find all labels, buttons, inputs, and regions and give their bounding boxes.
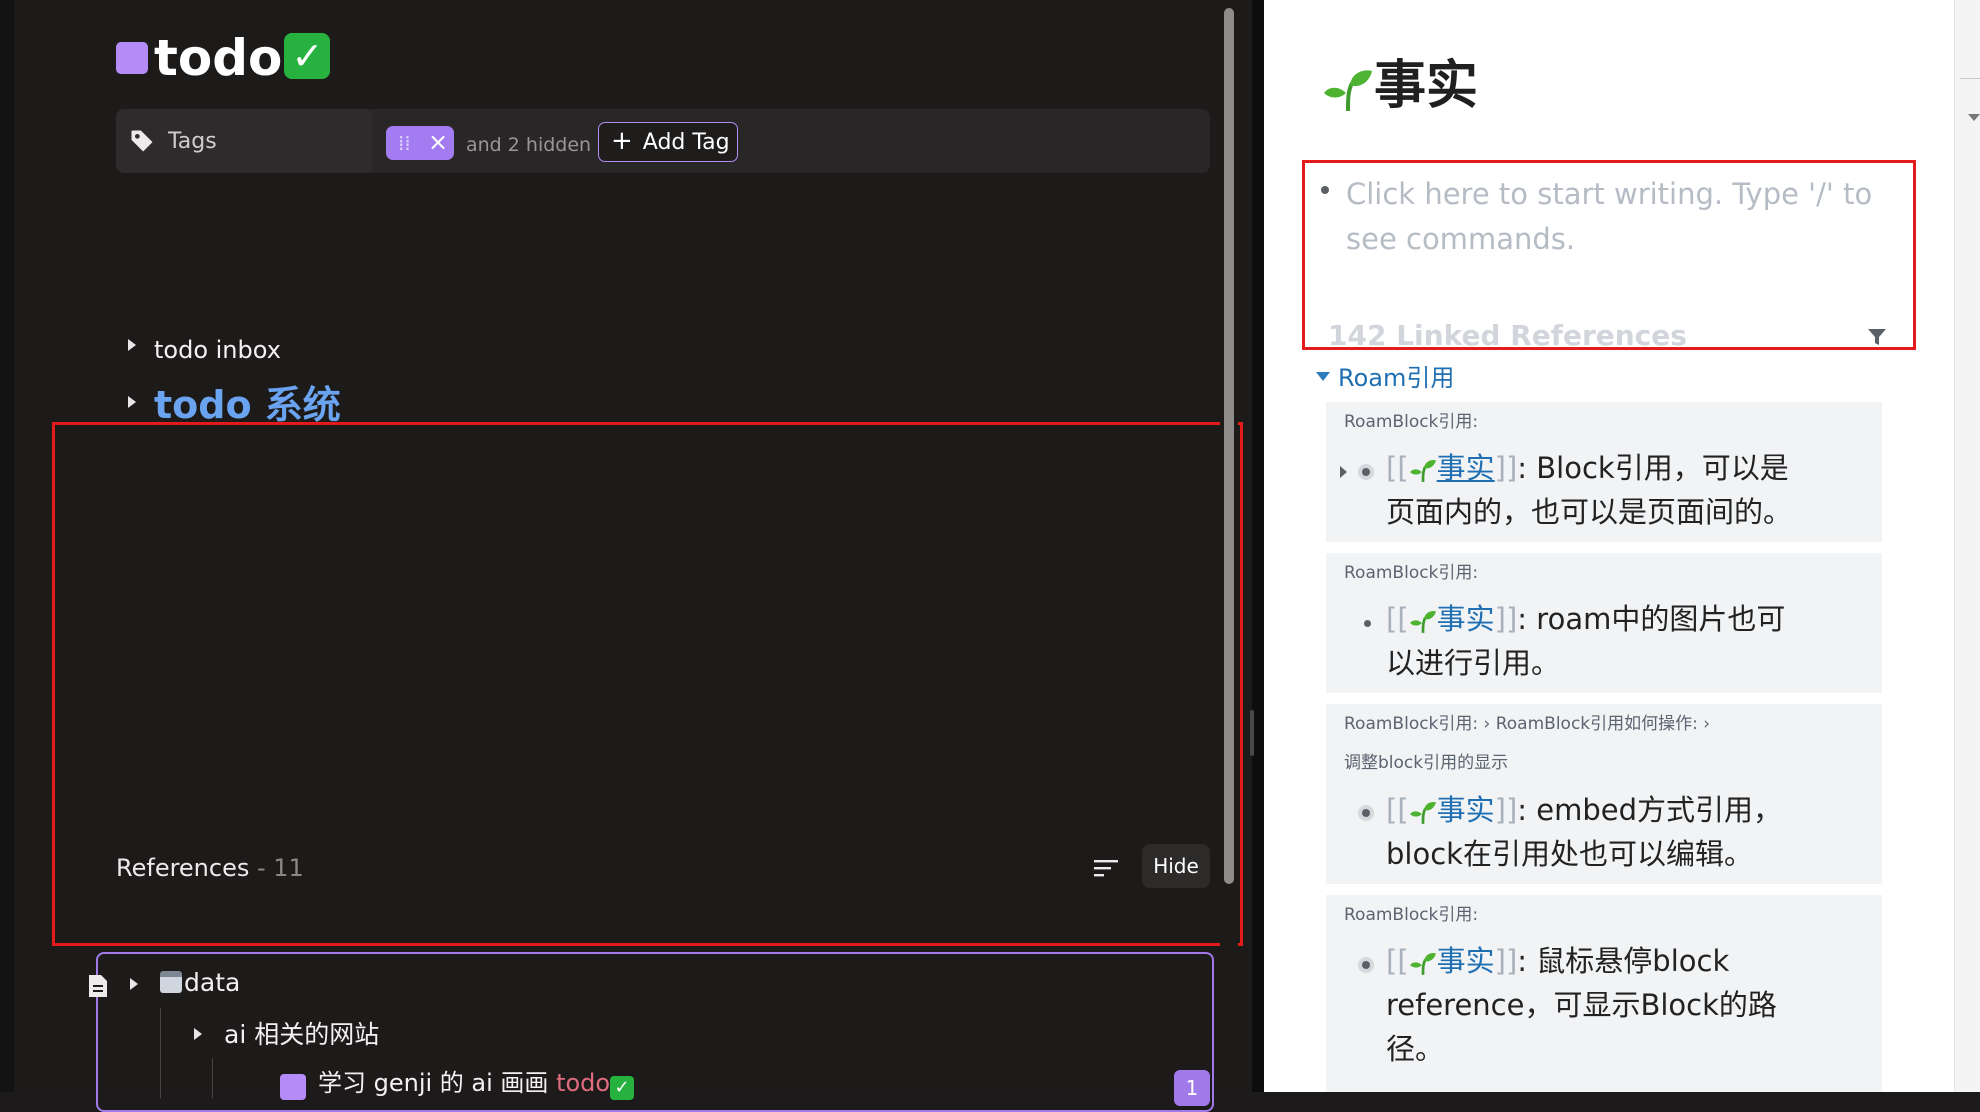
page-title-text: todo xyxy=(154,29,283,87)
tag-remove-icon[interactable]: × xyxy=(428,128,448,156)
tags-label: Tags xyxy=(168,129,217,154)
expand-caret-icon[interactable] xyxy=(128,396,136,408)
child-page-todo-inbox[interactable]: todo inbox xyxy=(154,334,281,366)
collapse-caret-icon[interactable] xyxy=(1316,372,1330,381)
page-title[interactable]: todo ✓ xyxy=(154,28,331,88)
strip-divider xyxy=(1960,78,1980,79)
sprout-icon xyxy=(1409,801,1436,824)
checkmark-icon: ✓ xyxy=(284,33,331,79)
divider-grip[interactable] xyxy=(1250,710,1254,756)
page-link: 事实 xyxy=(1409,602,1495,636)
block-bullet[interactable] xyxy=(1364,620,1371,627)
ref-block-genji[interactable]: 学习 genji 的 ai 画画 todo ✓ xyxy=(318,1066,635,1100)
expand-caret-icon[interactable] xyxy=(130,978,138,990)
reference-group-link[interactable]: Roam引用 xyxy=(1338,362,1454,394)
ref-block-text[interactable]: [[事实]]: embed方式引用，block在引用处也可以编辑。 xyxy=(1386,788,1806,876)
left-scrollbar-thumb[interactable] xyxy=(1224,8,1234,884)
ref-breadcrumb-sub[interactable]: 调整block引用的显示 xyxy=(1344,752,1508,774)
left-edge xyxy=(0,0,14,1092)
block-bullet[interactable] xyxy=(1358,464,1374,480)
tag-icon xyxy=(131,130,153,152)
sprout-icon xyxy=(1324,70,1372,112)
page-square-icon xyxy=(280,1074,306,1100)
thread-line xyxy=(212,1058,213,1098)
block-bullet[interactable] xyxy=(1358,957,1374,973)
ref-block-data-label: data xyxy=(184,968,241,997)
sprout-icon xyxy=(1409,459,1436,482)
ref-block-genji-label: 学习 genji 的 ai 画画 xyxy=(318,1069,549,1097)
ref-breadcrumb[interactable]: RoamBlock引用: xyxy=(1344,562,1478,584)
add-tag-label: Add Tag xyxy=(642,130,730,155)
add-tag-button[interactable]: + Add Tag xyxy=(598,122,738,162)
ref-breadcrumb[interactable]: RoamBlock引用: › RoamBlock引用如何操作: › xyxy=(1344,713,1710,735)
page-link: 事实 xyxy=(1409,451,1495,485)
hidden-tags-count[interactable]: and 2 hidden xyxy=(466,132,591,158)
chevron-down-icon[interactable] xyxy=(1968,114,1980,121)
page-link: 事实 xyxy=(1409,793,1495,827)
title-square-icon xyxy=(116,42,148,74)
ref-block-text[interactable]: [[事实]]: 鼠标悬停block reference，可显示Block的路径。 xyxy=(1386,939,1806,1071)
checkmark-icon: ✓ xyxy=(610,1076,635,1100)
highlight-box xyxy=(52,422,1243,946)
expand-caret-icon[interactable] xyxy=(128,339,136,351)
sidebar-page-title[interactable]: 事实 xyxy=(1322,52,1478,120)
ref-block-text[interactable]: [[事实]]: roam中的图片也可以进行引用。 xyxy=(1386,597,1806,685)
expand-caret-icon[interactable] xyxy=(194,1028,202,1040)
sprout-icon xyxy=(1409,952,1436,975)
ref-breadcrumb[interactable]: RoamBlock引用: xyxy=(1344,411,1478,433)
floppy-disk-icon xyxy=(160,971,182,993)
expand-caret-icon[interactable] xyxy=(1340,466,1347,478)
document-icon[interactable] xyxy=(88,974,108,998)
ref-block-data[interactable]: data xyxy=(160,966,240,1000)
ref-block-ai-sites[interactable]: ai 相关的网站 xyxy=(224,1018,379,1052)
right-edge-strip xyxy=(1954,0,1980,1092)
sidebar-page-title-text: 事实 xyxy=(1374,56,1479,116)
pane-divider[interactable] xyxy=(1252,0,1264,1092)
tag-chip-text: ⁞⁞ xyxy=(398,131,411,155)
todo-tag-link[interactable]: todo xyxy=(556,1069,610,1097)
thread-line xyxy=(160,1008,161,1098)
block-bullet[interactable] xyxy=(1358,805,1374,821)
highlight-box xyxy=(1302,160,1916,350)
sprout-icon xyxy=(1409,610,1436,633)
reference-count-badge[interactable]: 1 xyxy=(1174,1070,1210,1106)
page-link: 事实 xyxy=(1409,944,1495,978)
ref-block-text[interactable]: [[事实]]: Block引用，可以是页面内的，也可以是页面间的。 xyxy=(1386,446,1806,534)
ref-breadcrumb[interactable]: RoamBlock引用: xyxy=(1344,904,1478,926)
plus-icon: + xyxy=(611,126,633,156)
